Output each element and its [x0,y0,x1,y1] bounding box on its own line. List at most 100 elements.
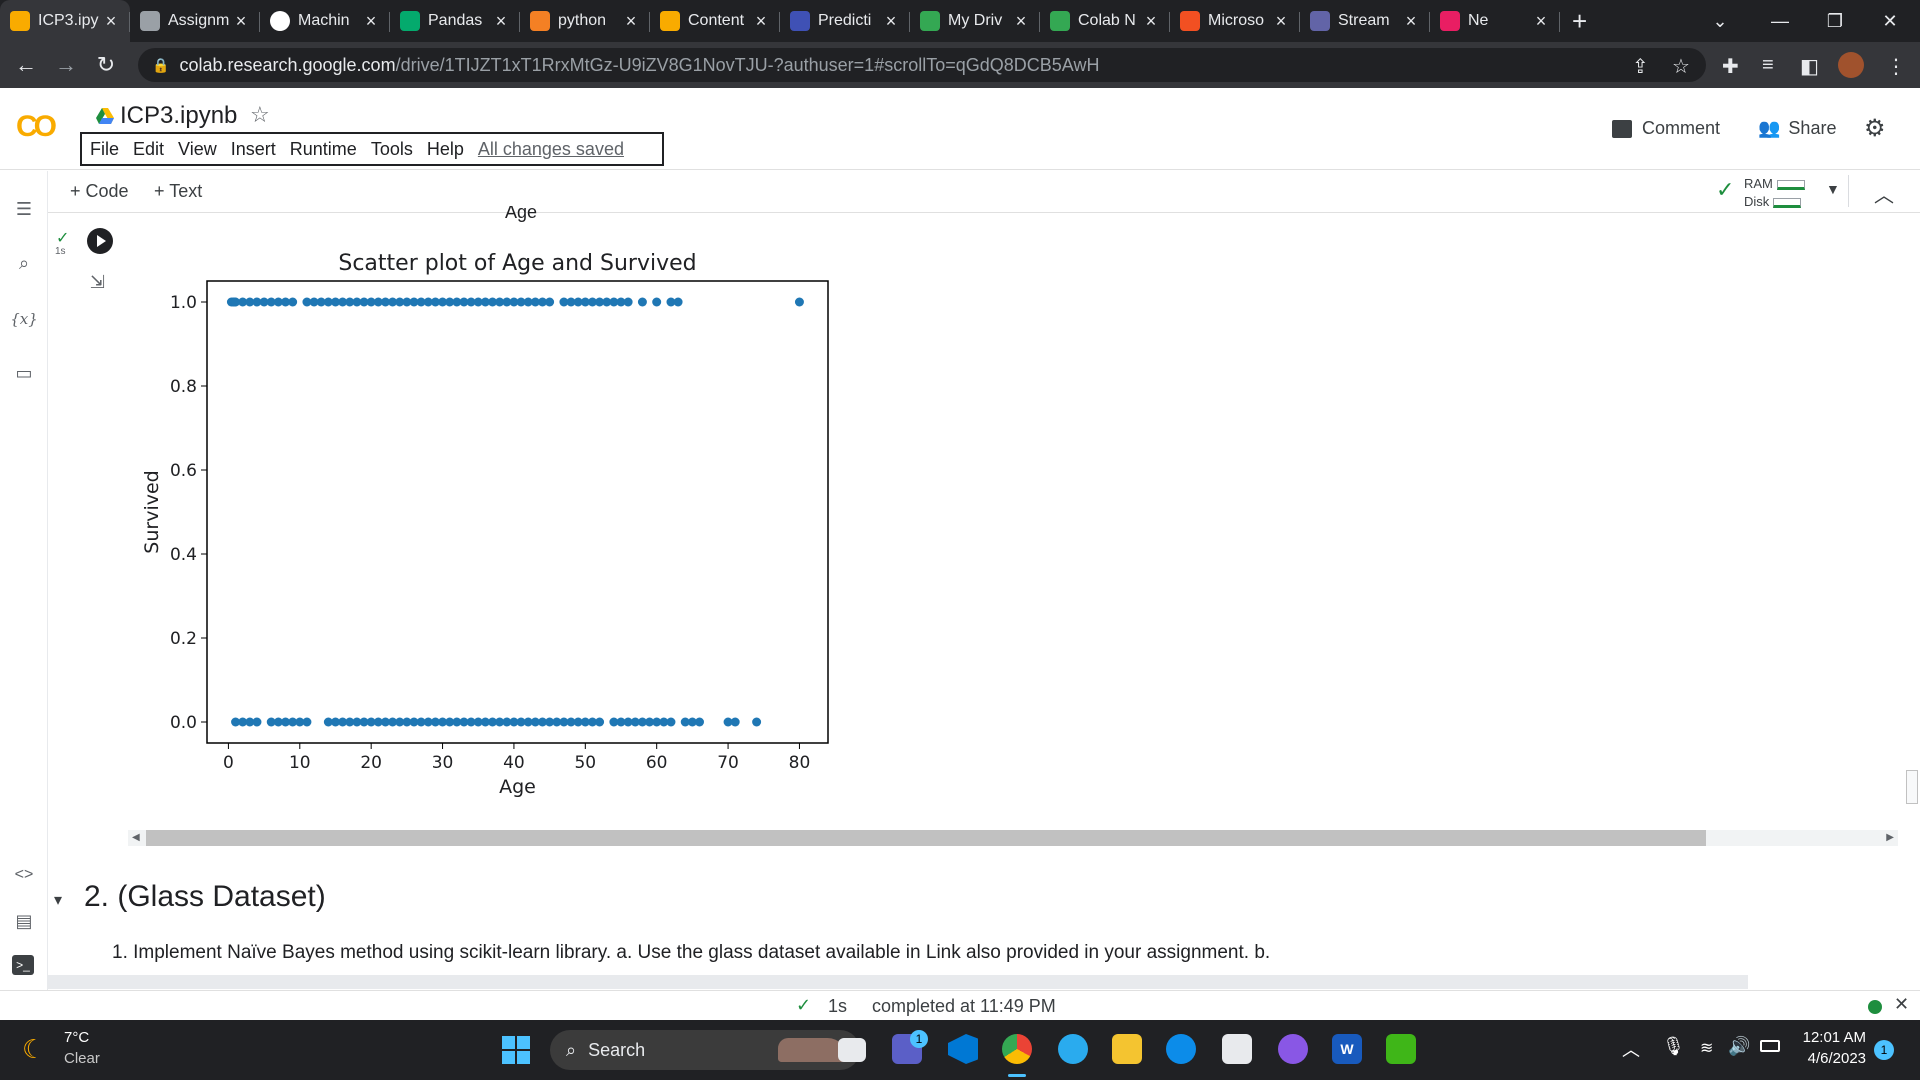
browser-tab[interactable]: My Driv × [910,0,1040,42]
forward-icon[interactable]: → [46,52,86,78]
word-icon[interactable]: W [1332,1034,1362,1064]
code-snippets-icon[interactable]: <> [12,863,36,887]
back-icon[interactable]: ← [6,52,46,78]
weather-desc[interactable]: Clear [64,1050,100,1067]
browser-tab[interactable]: python × [520,0,650,42]
search-icon[interactable]: ⌕ [12,251,36,275]
dropdown-caret-icon[interactable]: ▼ [1826,181,1840,197]
browser-tab[interactable]: Microso × [1170,0,1300,42]
run-cell-button[interactable] [87,228,113,254]
taskbar-search[interactable]: ⌕ Search [550,1030,860,1070]
close-tab-icon[interactable]: × [1272,11,1290,32]
notification-badge[interactable]: 1 [1874,1040,1894,1060]
volume-icon[interactable]: 🔊 [1728,1036,1750,1057]
battery-icon[interactable] [1760,1040,1780,1052]
browser-tab[interactable]: Assignm × [130,0,260,42]
status-completed[interactable]: completed at 11:49 PM [872,996,1056,1017]
tab-search-icon[interactable]: ⌄ [1690,0,1750,42]
close-tab-icon[interactable]: × [232,11,250,32]
save-status[interactable]: All changes saved [478,139,624,160]
clock-date[interactable]: 4/6/2023 [1796,1050,1866,1067]
command-palette-icon[interactable]: ▤ [12,909,36,933]
settings-gear-icon[interactable]: ⚙ [1864,114,1886,143]
new-tab-button[interactable]: + [1572,6,1587,37]
kebab-menu-icon[interactable]: ⋮ [1886,54,1906,79]
browser-tab[interactable]: ICP3.ipy × [0,0,130,42]
menu-item[interactable]: Insert [231,139,276,160]
close-status-icon[interactable]: ✕ [1894,994,1909,1015]
bookmark-star-icon[interactable]: ☆ [1672,54,1690,79]
table-of-contents-icon[interactable]: ☰ [12,197,36,221]
close-tab-icon[interactable]: × [1012,11,1030,32]
menu-item[interactable]: Runtime [290,139,357,160]
browser-tab[interactable]: Colab N × [1040,0,1170,42]
chrome-icon[interactable] [1002,1034,1032,1064]
output-actions-icon[interactable]: ⇲ [90,272,105,293]
browser-tab[interactable]: Stream × [1300,0,1430,42]
scroll-left-arrow-icon[interactable]: ◀ [132,830,140,846]
close-tab-icon[interactable]: × [882,11,900,32]
minimize-icon[interactable]: — [1750,0,1810,42]
close-tab-icon[interactable]: × [102,11,120,32]
page-vertical-scrollbar[interactable] [1906,770,1918,804]
collapse-section-icon[interactable]: ▾ [54,890,62,910]
browser-tab[interactable]: Ne × [1430,0,1560,42]
close-tab-icon[interactable]: × [622,11,640,32]
side-panel-icon[interactable]: ◧ [1800,54,1819,79]
output-horizontal-scrollbar[interactable]: ◀ ▶ [128,830,1898,846]
vscode-icon[interactable] [948,1034,978,1064]
telegram-icon[interactable] [1058,1034,1088,1064]
browser-tab[interactable]: Machin × [260,0,390,42]
files-folder-icon[interactable]: ▭ [12,361,36,385]
close-tab-icon[interactable]: × [752,11,770,32]
share-page-icon[interactable]: ⇪ [1632,54,1649,79]
variables-icon[interactable]: {x} [10,307,38,331]
edge-icon[interactable] [1166,1034,1196,1064]
url-field[interactable]: 🔒 colab.research.google.com/drive/1TIJZT… [138,48,1706,82]
windows-start-icon[interactable] [502,1036,530,1064]
store-icon[interactable] [1222,1034,1252,1064]
app-icon[interactable] [1386,1034,1416,1064]
menu-item[interactable]: Help [427,139,464,160]
share-button[interactable]: 👥 Share [1758,118,1836,139]
active-app-indicator [1008,1074,1026,1077]
media-icon[interactable]: ≡ [1762,54,1774,77]
resource-monitor[interactable]: RAM Disk [1744,175,1805,211]
github-desktop-icon[interactable] [1278,1034,1308,1064]
file-explorer-icon[interactable] [1112,1034,1142,1064]
tray-chevron-icon[interactable]: ︿ [1622,1036,1640,1062]
star-icon[interactable]: ☆ [250,102,270,128]
close-tab-icon[interactable]: × [1402,11,1420,32]
menu-item[interactable]: View [178,139,217,160]
add-text-button[interactable]: + Text [154,181,202,202]
execution-time: 1s [55,246,66,257]
task-view-icon[interactable] [838,1038,866,1062]
terminal-icon[interactable]: >_ [12,955,34,975]
clock-time[interactable]: 12:01 AM [1796,1029,1866,1046]
add-code-button[interactable]: + Code [70,181,129,202]
menu-item[interactable]: Tools [371,139,413,160]
browser-tab[interactable]: Content × [650,0,780,42]
restore-icon[interactable]: ❐ [1805,0,1865,42]
reload-icon[interactable]: ↻ [86,52,126,78]
extensions-icon[interactable]: ✚ [1722,54,1739,79]
comment-button[interactable]: Comment [1612,118,1720,139]
wifi-icon[interactable]: ≋ [1700,1038,1713,1058]
close-tab-icon[interactable]: × [1142,11,1160,32]
collapse-header-icon[interactable]: ︿ [1874,179,1894,208]
colab-logo[interactable]: CO [16,110,57,144]
menu-item[interactable]: File [90,139,119,160]
weather-temp[interactable]: 7°C [64,1029,89,1046]
scrollbar-thumb[interactable] [146,830,1706,846]
microphone-icon[interactable]: 🎙 [1662,1036,1685,1057]
notebook-title[interactable]: ICP3.ipynb [96,102,237,130]
browser-tab[interactable]: Predicti × [780,0,910,42]
browser-tab[interactable]: Pandas × [390,0,520,42]
close-tab-icon[interactable]: × [362,11,380,32]
close-tab-icon[interactable]: × [1532,11,1550,32]
close-tab-icon[interactable]: × [492,11,510,32]
menu-item[interactable]: Edit [133,139,164,160]
profile-avatar[interactable] [1838,52,1864,78]
scroll-right-arrow-icon[interactable]: ▶ [1886,830,1894,846]
close-window-icon[interactable]: ✕ [1860,0,1920,42]
